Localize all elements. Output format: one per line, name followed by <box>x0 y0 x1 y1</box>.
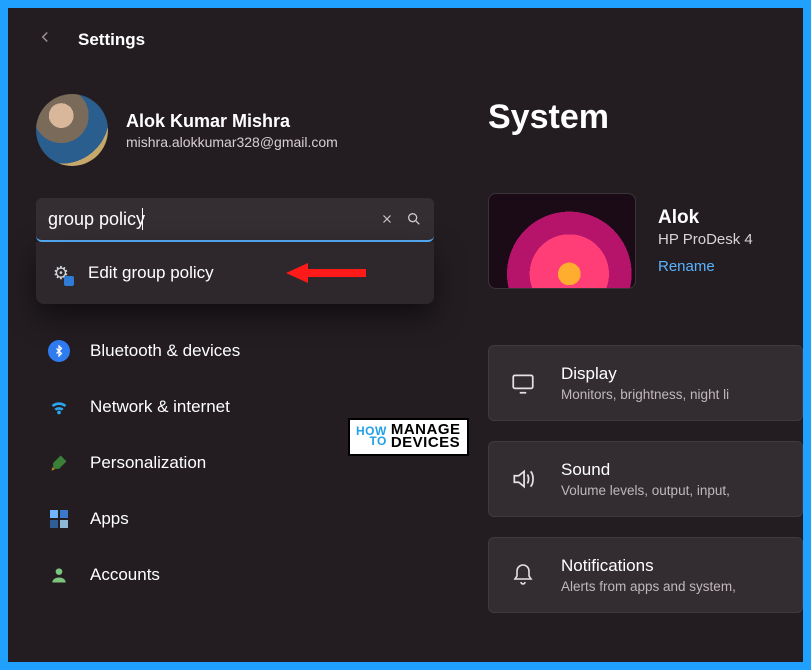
tile-title: Notifications <box>561 556 736 576</box>
tile-subtitle: Monitors, brightness, night li <box>561 387 729 402</box>
sidebar-item-label: Apps <box>90 509 129 529</box>
settings-window: Settings Alok Kumar Mishra mishra.alokku… <box>8 8 803 662</box>
sidebar-item-label: Personalization <box>90 453 206 473</box>
user-email: mishra.alokkumar328@gmail.com <box>126 134 338 150</box>
sidebar-item-apps[interactable]: Apps <box>36 498 416 540</box>
page-title: System <box>488 98 803 137</box>
tile-sound[interactable]: Sound Volume levels, output, input, <box>488 441 803 517</box>
back-icon[interactable] <box>36 28 54 51</box>
user-account-block[interactable]: Alok Kumar Mishra mishra.alokkumar328@gm… <box>36 94 446 166</box>
clear-icon[interactable] <box>380 212 394 226</box>
device-info: Alok HP ProDesk 4 Rename <box>488 193 803 289</box>
search-box[interactable]: group policy <box>36 198 434 242</box>
device-thumbnail <box>488 193 636 289</box>
text-caret <box>142 208 143 230</box>
gpedit-icon: ⚙ <box>50 262 72 284</box>
tile-title: Sound <box>561 460 730 480</box>
window-header: Settings <box>8 8 803 61</box>
brush-icon <box>48 452 70 474</box>
sidebar-item-accounts[interactable]: Accounts <box>36 554 416 596</box>
main-content: System Alok HP ProDesk 4 Rename Display … <box>488 98 803 633</box>
device-model: HP ProDesk 4 <box>658 231 753 248</box>
sound-icon <box>509 466 537 492</box>
bluetooth-icon <box>48 340 70 362</box>
sidebar-item-label: Accounts <box>90 565 160 585</box>
tile-subtitle: Alerts from apps and system, <box>561 579 736 594</box>
sidebar-item-label: Network & internet <box>90 397 230 417</box>
tile-subtitle: Volume levels, output, input, <box>561 483 730 498</box>
apps-icon <box>48 508 70 530</box>
search-results-dropdown: ⚙ Edit group policy <box>36 242 434 304</box>
sidebar: Alok Kumar Mishra mishra.alokkumar328@gm… <box>36 94 446 596</box>
wifi-icon <box>48 396 70 418</box>
sidebar-nav: Bluetooth & devices Network & internet P… <box>36 330 446 596</box>
tile-display[interactable]: Display Monitors, brightness, night li <box>488 345 803 421</box>
sidebar-item-bluetooth[interactable]: Bluetooth & devices <box>36 330 416 372</box>
window-title: Settings <box>78 30 145 50</box>
search-icon[interactable] <box>406 211 422 227</box>
bell-icon <box>509 563 537 587</box>
rename-link[interactable]: Rename <box>658 258 715 275</box>
search-result-edit-group-policy[interactable]: ⚙ Edit group policy <box>36 248 434 298</box>
search-result-label: Edit group policy <box>88 263 214 283</box>
tile-title: Display <box>561 364 729 384</box>
avatar <box>36 94 108 166</box>
tile-notifications[interactable]: Notifications Alerts from apps and syste… <box>488 537 803 613</box>
search-wrap: group policy ⚙ Edit group <box>36 198 434 242</box>
annotation-arrow <box>286 263 366 283</box>
display-icon <box>509 370 537 396</box>
person-icon <box>48 564 70 586</box>
search-text[interactable]: group policy <box>48 208 143 230</box>
user-name: Alok Kumar Mishra <box>126 111 338 132</box>
sidebar-item-label: Bluetooth & devices <box>90 341 240 361</box>
device-name: Alok <box>658 207 753 229</box>
watermark-logo: HOWTO MANAGEDEVICES <box>348 418 469 456</box>
